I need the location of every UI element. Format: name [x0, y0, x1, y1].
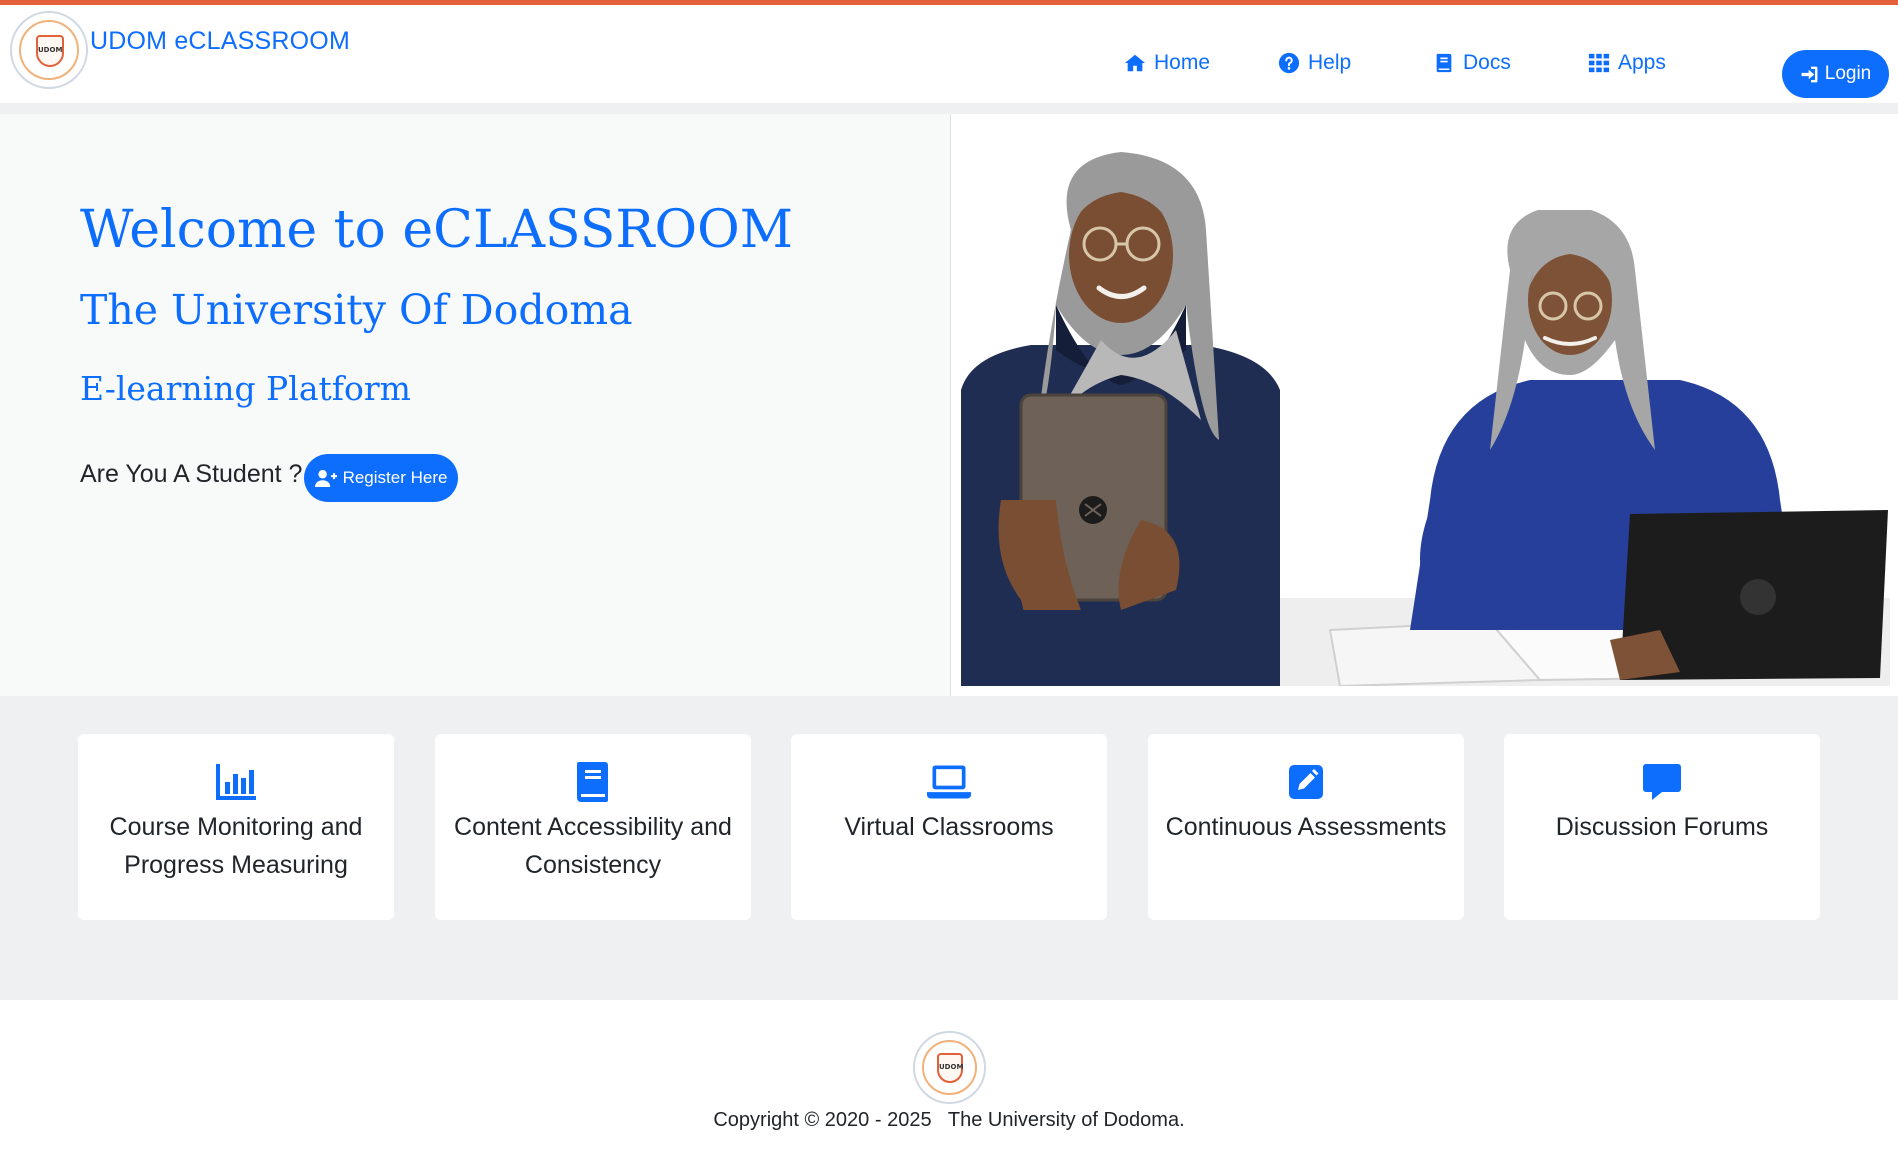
nav-docs-label: Docs	[1463, 51, 1511, 74]
brand-name[interactable]: UDOM eCLASSROOM	[90, 27, 350, 56]
feature-label: Course Monitoring and Progress Measuring	[109, 813, 363, 879]
home-icon	[1124, 54, 1146, 72]
book-icon	[577, 762, 608, 802]
feature-card[interactable]: Virtual Classrooms	[791, 734, 1107, 920]
feature-label: Continuous Assessments	[1165, 813, 1447, 841]
feature-label: Content Accessibility and Consistency	[454, 813, 732, 879]
student-with-laptop-photo	[961, 140, 1280, 686]
feature-label: Discussion Forums	[1555, 813, 1769, 841]
grid-icon	[1588, 53, 1610, 73]
student-question: Are You A Student ?	[80, 460, 303, 488]
feature-card[interactable]: Continuous Assessments	[1148, 734, 1464, 920]
feature-card[interactable]: Discussion Forums	[1504, 734, 1820, 920]
sign-in-icon	[1801, 66, 1818, 82]
login-button[interactable]: Login	[1782, 50, 1889, 98]
copyright-text: Copyright © 2020 - 2025 The University o…	[713, 1109, 1185, 1131]
chart-bar-icon	[216, 764, 256, 800]
footer-udom-logo: UDOM	[913, 1031, 986, 1104]
nav-home-link[interactable]: Home	[1124, 51, 1210, 75]
nav-help-link[interactable]: Help	[1278, 51, 1351, 75]
welcome-heading: Welcome to eCLASSROOM	[80, 200, 794, 260]
nav-help-label: Help	[1308, 51, 1352, 74]
platform-heading: E-learning Platform	[80, 369, 411, 408]
nav-apps-link[interactable]: Apps	[1588, 51, 1666, 75]
user-plus-icon	[314, 469, 337, 487]
register-button[interactable]: Register Here	[304, 454, 458, 502]
edit-icon	[1289, 765, 1323, 799]
brand[interactable]: UDOM UDOM eCLASSROOM	[10, 11, 350, 89]
book-icon	[1436, 53, 1452, 73]
nav-apps-label: Apps	[1618, 51, 1666, 74]
feature-card[interactable]: Course Monitoring and Progress Measuring	[78, 734, 394, 920]
university-heading: The University Of Dodoma	[80, 286, 633, 334]
feature-card[interactable]: Content Accessibility and Consistency	[435, 734, 751, 920]
comment-icon	[1643, 764, 1681, 800]
footer: UDOM Copyright © 2020 - 2025 The Univers…	[0, 1000, 1898, 1153]
login-label: Login	[1824, 63, 1872, 84]
nav-docs-link[interactable]: Docs	[1433, 51, 1511, 75]
register-label: Register Here	[342, 468, 448, 487]
feature-label: Virtual Classrooms	[844, 813, 1054, 841]
student-at-desk-photo	[1280, 210, 1890, 686]
udom-logo: UDOM	[10, 11, 88, 89]
laptop-icon	[927, 765, 971, 799]
navbar: UDOM UDOM eCLASSROOM Home Help Docs Apps…	[0, 5, 1898, 103]
nav-home-label: Home	[1154, 51, 1211, 74]
question-circle-icon	[1278, 52, 1300, 74]
features-section: Course Monitoring and Progress Measuring…	[0, 696, 1898, 1000]
